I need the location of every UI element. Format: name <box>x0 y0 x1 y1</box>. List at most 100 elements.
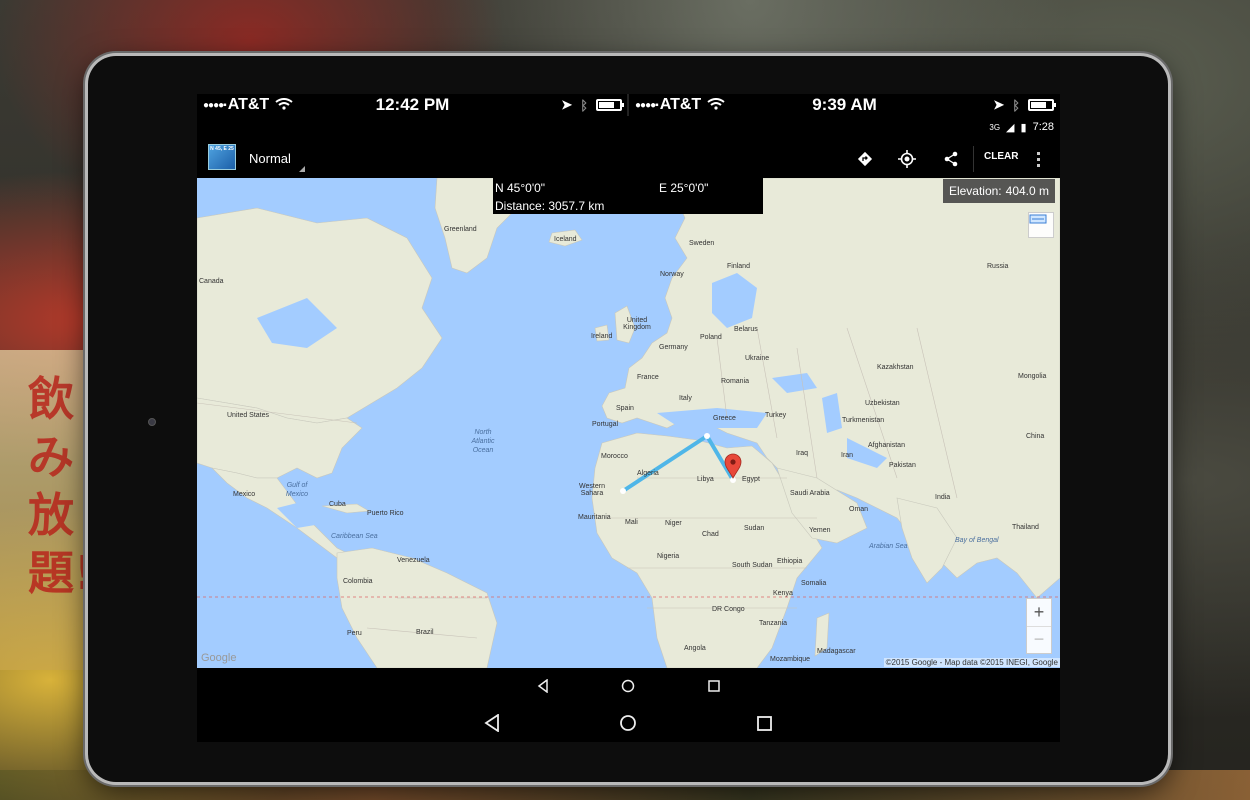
map-label: Greece <box>713 415 736 422</box>
map-label: Romania <box>721 378 750 385</box>
map-label: Iran <box>841 452 854 459</box>
battery-icon <box>596 99 624 111</box>
map-label: Saudi Arabia <box>790 490 830 497</box>
map-label: Cuba <box>329 501 346 508</box>
dropdown-caret-icon <box>299 166 305 172</box>
map-label: Mongolia <box>1018 373 1047 380</box>
home-button[interactable] <box>616 711 640 735</box>
map-label: South Sudan <box>732 562 773 569</box>
back-icon <box>537 679 548 693</box>
map-label: Oman <box>849 506 869 513</box>
elevation-badge: Elevation: 404.0 m <box>942 179 1055 203</box>
bluetooth-icon: ᛒ <box>1012 97 1020 113</box>
map-label: Afghanistan <box>868 442 905 449</box>
ios-status-bar-right: ●●●●▪ AT&T 9:39 AM ➤ ᛒ <box>629 94 1060 116</box>
map-label: Kenya <box>773 590 793 597</box>
overflow-menu-icon[interactable] <box>1031 147 1045 171</box>
map-label: Mexico <box>233 491 256 498</box>
map-label: Sweden <box>689 240 715 247</box>
map-label: Niger <box>665 520 682 527</box>
world-map-svg <box>197 178 1060 668</box>
map-label: France <box>637 374 659 381</box>
location-arrow-icon: ➤ <box>993 97 1005 112</box>
map-label: Morocco <box>601 453 628 460</box>
map-label: Turkmenistan <box>842 417 885 424</box>
map-attribution[interactable]: ©2015 Google - Map data ©2015 INEGI, Goo… <box>883 658 1060 667</box>
map-label: Iraq <box>796 450 809 457</box>
share-button[interactable] <box>939 147 963 171</box>
map-label: Portugal <box>592 421 619 428</box>
map-mode-dropdown[interactable]: Normal <box>249 151 291 166</box>
signal-icon: ◢ <box>1006 121 1015 134</box>
location-arrow-icon: ➤ <box>561 97 573 112</box>
recents-button[interactable] <box>704 676 724 696</box>
map-label: Italy <box>679 395 692 402</box>
map-label: DR Congo <box>712 606 745 613</box>
zoom-controls: + − <box>1026 598 1052 654</box>
longitude-readout: E 25°0'0" <box>659 181 709 195</box>
google-watermark: Google <box>201 652 237 664</box>
map-label: Uzbekistan <box>865 400 900 407</box>
map-label: Tanzania <box>759 620 788 627</box>
map-label: Angola <box>684 645 706 652</box>
map-label: Iceland <box>554 236 577 243</box>
layers-button[interactable] <box>1028 212 1054 238</box>
map-label: China <box>1026 433 1045 440</box>
map-label: Russia <box>987 263 1009 270</box>
tablet-nav-bar <box>197 704 1060 742</box>
my-location-icon <box>898 150 916 168</box>
map-label: Poland <box>700 334 722 341</box>
background-sign-text: 飲み放題!! <box>28 372 116 600</box>
map-label: Ethiopia <box>777 558 803 565</box>
map-label: Pakistan <box>889 462 916 469</box>
map-label: Nigeria <box>657 553 680 560</box>
map-label: Mali <box>625 519 638 526</box>
bluetooth-icon: ᛒ <box>580 97 588 113</box>
android-clock: 7:28 <box>1032 121 1054 133</box>
home-icon <box>620 715 636 731</box>
app-logo[interactable]: N 45, E 25 <box>208 144 236 170</box>
map-label: Thailand <box>1012 524 1039 531</box>
android-status-bar: 3G ◢ ▮ 7:28 <box>989 118 1054 136</box>
ocean-label: Arabian Sea <box>869 543 908 550</box>
recents-icon <box>708 680 720 692</box>
ios-status-icons: ➤ ᛒ <box>993 97 1056 113</box>
zoom-out-button[interactable]: − <box>1027 625 1051 654</box>
directions-button[interactable] <box>853 147 877 171</box>
toolbar-divider <box>973 146 974 172</box>
elevation-label: Elevation: <box>948 184 1002 198</box>
clear-button[interactable]: CLEAR <box>984 151 1018 162</box>
map-label: Western Sahara <box>579 483 605 497</box>
map-label: Kazakhstan <box>877 364 914 371</box>
zoom-in-button[interactable]: + <box>1027 599 1051 626</box>
map-label: Venezuela <box>397 557 430 564</box>
back-icon <box>484 714 499 732</box>
tablet-screen: ●●●●▪ AT&T 12:42 PM ➤ ᛒ ●●●●▪ AT&T 9:39 … <box>197 94 1060 742</box>
ocean-label: Gulf of Mexico <box>285 482 309 498</box>
back-button[interactable] <box>533 676 553 696</box>
layers-icon <box>1029 214 1047 224</box>
android-nav-bar <box>197 668 1060 704</box>
home-icon <box>621 679 635 693</box>
recents-button[interactable] <box>752 711 776 735</box>
map-label: Germany <box>659 344 688 351</box>
map-label: Mauritania <box>578 514 611 521</box>
ios-status-icons: ➤ ᛒ <box>561 97 624 113</box>
map-label: Chad <box>702 531 719 538</box>
camera-icon <box>148 418 156 426</box>
map-view[interactable]: Greenland Iceland Sweden Finland Norway … <box>197 178 1060 668</box>
my-location-button[interactable] <box>895 147 919 171</box>
battery-icon <box>1028 99 1056 111</box>
map-label: Madagascar <box>817 648 856 655</box>
map-label: Ireland <box>591 333 613 340</box>
home-button[interactable] <box>618 676 638 696</box>
recents-icon <box>756 715 772 731</box>
map-label: Algeria <box>637 470 659 477</box>
map-label: Canada <box>199 278 224 285</box>
map-label: Peru <box>347 630 362 637</box>
map-label: Turkey <box>765 412 787 419</box>
distance-readout: Distance: 3057.7 km <box>495 199 605 213</box>
map-label: Sudan <box>744 525 765 532</box>
app-toolbar: N 45, E 25 Normal CLEAR <box>197 138 1060 178</box>
back-button[interactable] <box>480 711 504 735</box>
